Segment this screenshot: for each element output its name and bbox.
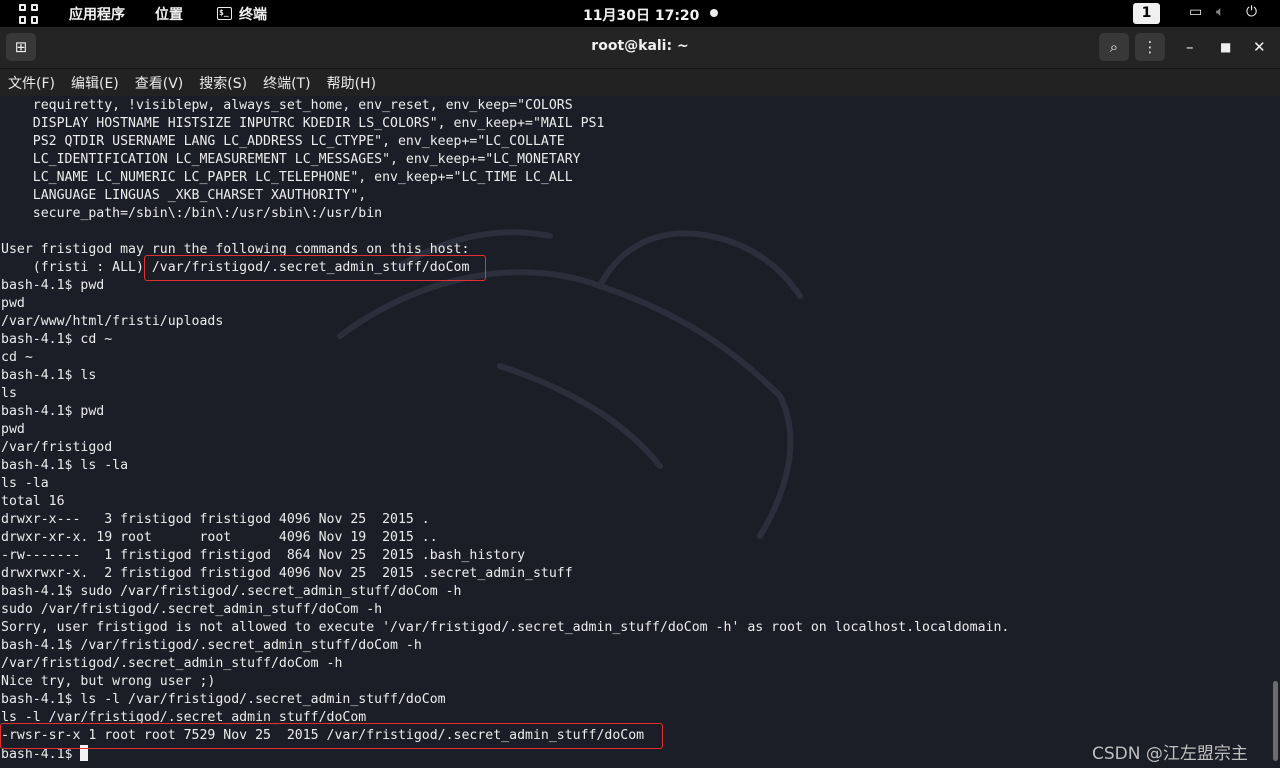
power-icon[interactable]: ⏻ [1246,4,1257,20]
menu-file[interactable]: 文件(F) [8,73,55,93]
highlight-box-suid-file [0,723,663,749]
notification-dot [710,9,718,17]
menu-button[interactable]: ⋮ [1135,33,1165,61]
terminal-area[interactable]: requiretty, !visiblepw, always_set_home,… [0,96,1280,768]
terminal-output: requiretty, !visiblepw, always_set_home,… [1,97,1009,763]
places-menu[interactable]: 位置 [155,4,183,24]
volume-muted-icon[interactable]: 🔈︎ [1216,4,1224,20]
display-icon[interactable]: ▭ [1189,4,1202,20]
terminal-line: ls [1,386,17,401]
workspace-indicator[interactable]: 1 [1133,3,1160,24]
terminal-line: sudo /var/fristigod/.secret_admin_stuff/… [1,602,383,617]
terminal-line: bash-4.1$ sudo /var/fristigod/.secret_ad… [1,584,462,599]
csdn-watermark: CSDN @江左盟宗主 [1092,744,1248,764]
terminal-line: bash-4.1$ ls [1,368,97,383]
terminal-line: pwd [1,422,25,437]
terminal-line: Nice try, but wrong user ;) [1,674,216,689]
terminal-line: drwxrwxr-x. 2 fristigod fristigod 4096 N… [1,566,573,581]
terminal-line: LC_IDENTIFICATION LC_MEASUREMENT LC_MESS… [1,152,581,167]
menu-terminal[interactable]: 终端(T) [263,73,310,93]
terminal-line: bash-4.1$ ls -l /var/fristigod/.secret_a… [1,692,446,707]
terminal-app-label: 终端 [239,6,267,23]
terminal-line: pwd [1,296,25,311]
terminal-line: DISPLAY HOSTNAME HISTSIZE INPUTRC KDEDIR… [1,116,605,131]
terminal-line: drwxr-xr-x. 19 root root 4096 Nov 19 201… [1,530,438,545]
minimize-button[interactable]: – [1186,38,1194,56]
menubar: 文件(F) 编辑(E) 查看(V) 搜索(S) 终端(T) 帮助(H) [0,69,1280,96]
menu-view[interactable]: 查看(V) [135,73,184,93]
maximize-button[interactable]: ■ [1220,40,1231,54]
terminal-line: bash-4.1$ cd ~ [1,332,113,347]
terminal-line: bash-4.1$ pwd [1,404,105,419]
top-panel: 应用程序 位置 $_ 终端 11月30日 17:20 1 ▭ 🔈︎ ⏻ [0,0,1280,27]
window-titlebar: ⊞ root@kali: ~ ⌕ ⋮ – ■ ✕ [0,27,1280,69]
app-grid-icon[interactable] [19,3,39,24]
terminal-icon: $_ [217,7,232,20]
terminal-line: LC_NAME LC_NUMERIC LC_PAPER LC_TELEPHONE… [1,170,573,185]
terminal-prompt: bash-4.1$ [1,747,81,762]
terminal-line: total 16 [1,494,65,509]
highlight-box-sudo-rule [144,255,486,281]
terminal-line: Sorry, user fristigod is not allowed to … [1,620,1010,635]
terminal-app-menu[interactable]: $_ 终端 [217,4,267,24]
terminal-line: PS2 QTDIR USERNAME LANG LC_ADDRESS LC_CT… [1,134,565,149]
search-button[interactable]: ⌕ [1099,33,1129,61]
terminal-line: bash-4.1$ ls -la [1,458,129,473]
menu-search[interactable]: 搜索(S) [199,73,247,93]
terminal-line: secure_path=/sbin\:/bin\:/usr/sbin\:/usr… [1,206,383,221]
terminal-line: -rw------- 1 fristigod fristigod 864 Nov… [1,548,526,563]
terminal-line: /var/www/html/fristi/uploads [1,314,224,329]
terminal-line: drwxr-x--- 3 fristigod fristigod 4096 No… [1,512,430,527]
terminal-line: cd ~ [1,350,33,365]
clock[interactable]: 11月30日 17:20 [583,5,699,25]
close-button[interactable]: ✕ [1253,38,1266,56]
menu-edit[interactable]: 编辑(E) [71,73,119,93]
window-title: root@kali: ~ [591,38,689,54]
terminal-line: /var/fristigod [1,440,113,455]
terminal-line: ls -la [1,476,49,491]
terminal-line: /var/fristigod/.secret_admin_stuff/doCom… [1,656,343,671]
menu-help[interactable]: 帮助(H) [327,73,376,93]
terminal-line: LANGUAGE LINGUAS _XKB_CHARSET XAUTHORITY… [1,188,367,203]
scrollbar[interactable] [1273,681,1278,761]
terminal-line: bash-4.1$ /var/fristigod/.secret_admin_s… [1,638,422,653]
applications-menu[interactable]: 应用程序 [69,4,125,24]
terminal-line: requiretty, !visiblepw, always_set_home,… [1,98,573,113]
